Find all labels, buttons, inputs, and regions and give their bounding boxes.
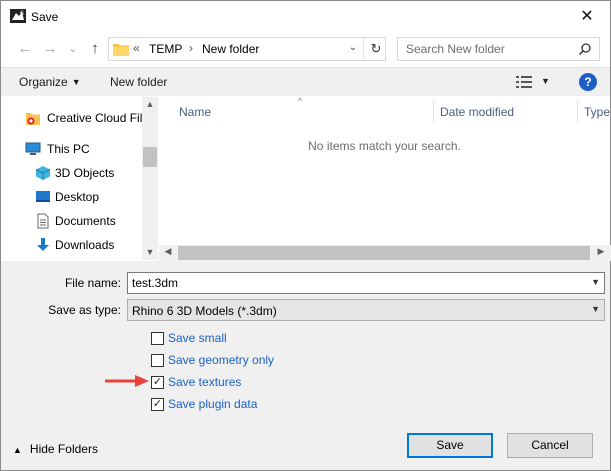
organize-caret-icon: ▼ (71, 77, 81, 87)
save-dialog: 6 Save ✕ ← → ⌄ ↑ « TEMP › New folder ⌄ ↻… (0, 0, 611, 471)
sidebar-item-label: 3D Objects (55, 166, 115, 180)
column-divider[interactable] (433, 99, 434, 123)
cancel-button[interactable]: Cancel (507, 433, 593, 458)
sidebar-item-downloads[interactable]: Downloads (1, 234, 141, 256)
breadcrumb-overflow[interactable]: « (133, 41, 140, 55)
new-folder-button[interactable]: New folder (110, 75, 167, 89)
help-button[interactable]: ? (579, 73, 597, 91)
save-button[interactable]: Save (407, 433, 493, 458)
horizontal-scroll-thumb[interactable] (178, 246, 590, 260)
creative-cloud-icon (26, 113, 40, 125)
option-label[interactable]: Save small (168, 331, 227, 345)
column-header-type[interactable]: Type (584, 105, 610, 119)
sidebar-item-label: Desktop (55, 190, 100, 204)
downloads-icon (37, 238, 49, 251)
search-box[interactable] (397, 37, 600, 61)
save-as-type-label: Save as type: (48, 303, 121, 317)
address-divider (363, 38, 364, 60)
breadcrumb-separator[interactable]: › (189, 41, 193, 55)
scroll-up-arrow-icon[interactable]: ▲ (142, 99, 158, 109)
address-bar[interactable]: « TEMP › New folder ⌄ ↻ (108, 37, 386, 61)
hide-folders-label: Hide Folders (29, 442, 98, 456)
computer-icon (25, 142, 41, 155)
scroll-left-arrow-icon[interactable]: ◀ (160, 246, 176, 257)
save-as-type-select[interactable]: Rhino 6 3D Models (*.3dm) ▼ (127, 299, 605, 321)
sidebar-item-label: Creative Cloud Fil (47, 111, 143, 125)
organize-label: Organize (19, 75, 68, 89)
empty-list-message: No items match your search. (308, 139, 461, 153)
annotation-arrow-icon (105, 375, 149, 387)
file-name-input[interactable] (128, 273, 583, 293)
organize-button[interactable]: Organize ▼ (19, 75, 81, 89)
save-as-type-dropdown-icon: ▼ (591, 304, 600, 314)
refresh-icon[interactable]: ↻ (367, 40, 385, 58)
chevron-up-icon: ▲ (13, 445, 22, 455)
sidebar-item-label: This PC (47, 142, 90, 156)
folder-icon (113, 44, 129, 56)
column-header-name[interactable]: Name (179, 105, 211, 119)
up-button[interactable]: ↑ (85, 39, 105, 59)
save-plugin-data-checkbox[interactable]: ✓ (151, 398, 164, 411)
sidebar-item-3d-objects[interactable]: 3D Objects (1, 162, 141, 184)
breadcrumb-temp[interactable]: TEMP (149, 42, 182, 56)
save-as-type-value: Rhino 6 3D Models (*.3dm) (132, 304, 277, 318)
svg-text:6: 6 (20, 10, 24, 17)
sidebar-item-creative-cloud[interactable]: Creative Cloud Fil (1, 107, 143, 129)
forward-button[interactable]: → (40, 39, 60, 59)
sidebar-item-label: Downloads (55, 238, 115, 252)
search-icon[interactable] (578, 42, 592, 56)
breadcrumb-new-folder[interactable]: New folder (202, 42, 259, 56)
file-name-dropdown-icon[interactable]: ▼ (591, 277, 600, 287)
option-label[interactable]: Save textures (168, 375, 241, 389)
sidebar-item-desktop[interactable]: Desktop (1, 186, 141, 208)
option-label[interactable]: Save plugin data (168, 397, 257, 411)
scroll-right-arrow-icon[interactable]: ▶ (593, 246, 609, 257)
column-header-date-modified[interactable]: Date modified (440, 105, 514, 119)
column-divider[interactable] (577, 99, 578, 123)
navigation-pane: Creative Cloud Fil This PC 3D Objects De… (1, 97, 157, 260)
save-textures-checkbox[interactable]: ✓ (151, 376, 164, 389)
sidebar-item-label: Documents (55, 214, 116, 228)
documents-icon (37, 213, 49, 229)
close-button[interactable]: ✕ (569, 5, 605, 29)
desktop-icon (36, 191, 50, 202)
navigation-scrollbar[interactable]: ▲ ▼ (142, 97, 158, 260)
save-geometry-only-checkbox[interactable] (151, 354, 164, 367)
sort-ascending-icon: ^ (298, 96, 303, 106)
3d-objects-icon (35, 166, 51, 180)
save-options-panel: File name: ▼ Save as type: Rhino 6 3D Mo… (1, 261, 610, 470)
title-bar[interactable]: 6 Save ✕ (1, 1, 610, 32)
address-dropdown-icon[interactable]: ⌄ (346, 42, 360, 53)
file-name-label: File name: (64, 276, 121, 290)
rhino-app-icon: 6 (10, 9, 26, 23)
file-name-field[interactable]: ▼ (127, 272, 605, 294)
option-label[interactable]: Save geometry only (168, 353, 274, 367)
recent-locations-button[interactable]: ⌄ (63, 39, 83, 59)
save-small-checkbox[interactable] (151, 332, 164, 345)
file-list-horizontal-scrollbar[interactable]: ◀ ▶ (159, 245, 611, 261)
view-options-caret-icon[interactable]: ▼ (541, 76, 550, 86)
window-title: Save (31, 10, 59, 24)
command-bar: Organize ▼ New folder ▼ ? (1, 67, 610, 96)
navigation-scroll-thumb[interactable] (143, 147, 157, 167)
search-input[interactable] (398, 38, 568, 60)
sidebar-item-documents[interactable]: Documents (1, 210, 141, 232)
view-details-icon[interactable] (516, 76, 532, 88)
scroll-down-arrow-icon[interactable]: ▼ (142, 247, 158, 257)
sidebar-item-this-pc[interactable]: This PC (1, 138, 141, 160)
file-list[interactable]: ^ Name Date modified Type No items match… (159, 96, 610, 260)
hide-folders-button[interactable]: ▲ Hide Folders (13, 442, 98, 456)
back-button[interactable]: ← (15, 39, 35, 59)
